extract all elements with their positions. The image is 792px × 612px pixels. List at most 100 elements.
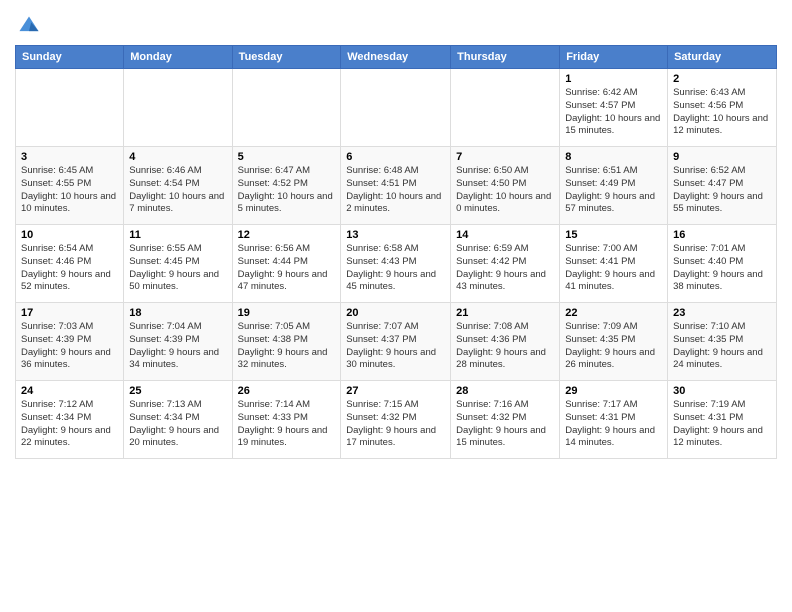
calendar-cell: 20Sunrise: 7:07 AM Sunset: 4:37 PM Dayli… <box>341 303 451 381</box>
day-number: 13 <box>346 229 445 241</box>
calendar-cell: 3 Sunrise: 6:45 AM Sunset: 4:55 PM Daylig… <box>16 147 124 225</box>
day-number: 2 <box>673 73 771 85</box>
page-header <box>15 10 777 37</box>
day-number: 15 <box>565 229 662 241</box>
page-container: SundayMondayTuesdayWednesdayThursdayFrid… <box>0 0 792 469</box>
day-number: 4 <box>129 151 226 163</box>
day-info: Sunrise: 7:13 AM Sunset: 4:34 PM Dayligh… <box>129 399 226 450</box>
calendar-cell: 13 Sunrise: 6:58 AM Sunset: 4:43 PM Dayli… <box>341 225 451 303</box>
day-of-week-header: Saturday <box>668 46 777 69</box>
day-number: 1 <box>565 73 662 85</box>
day-info: Sunrise: 6:48 AM Sunset: 4:51 PM Dayligh… <box>346 165 445 216</box>
calendar-cell: 15 Sunrise: 7:00 AM Sunset: 4:41 PM Dayli… <box>560 225 668 303</box>
day-of-week-header: Wednesday <box>341 46 451 69</box>
day-info: Sunrise: 7:00 AM Sunset: 4:41 PM Dayligh… <box>565 243 662 294</box>
day-info: Sunrise: 7:07 AM Sunset: 4:37 PM Dayligh… <box>346 321 445 372</box>
calendar-cell: 30 Sunrise: 7:19 AM Sunset: 4:31 PM Dayli… <box>668 381 777 459</box>
calendar-cell: 18 Sunrise: 7:04 AM Sunset: 4:39 PM Dayli… <box>124 303 232 381</box>
day-info: Sunrise: 6:45 AM Sunset: 4:55 PM Dayligh… <box>21 165 118 216</box>
day-of-week-header: Friday <box>560 46 668 69</box>
day-info: Sunrise: 7:12 AM Sunset: 4:34 PM Dayligh… <box>21 399 118 450</box>
day-info: Sunrise: 6:52 AM Sunset: 4:47 PM Dayligh… <box>673 165 771 216</box>
calendar-cell: 5Sunrise: 6:47 AM Sunset: 4:52 PM Daylig… <box>232 147 341 225</box>
calendar-cell: 27 Sunrise: 7:15 AM Sunset: 4:32 PM Dayli… <box>341 381 451 459</box>
day-number: 11 <box>129 229 226 241</box>
day-number: 8 <box>565 151 662 163</box>
calendar-cell: 4 Sunrise: 6:46 AM Sunset: 4:54 PM Daylig… <box>124 147 232 225</box>
day-number: 10 <box>21 229 118 241</box>
day-info: Sunrise: 6:46 AM Sunset: 4:54 PM Dayligh… <box>129 165 226 216</box>
day-number: 27 <box>346 385 445 397</box>
calendar-cell: 25 Sunrise: 7:13 AM Sunset: 4:34 PM Dayli… <box>124 381 232 459</box>
calendar-cell: 14 Sunrise: 6:59 AM Sunset: 4:42 PM Dayli… <box>451 225 560 303</box>
day-info: Sunrise: 7:19 AM Sunset: 4:31 PM Dayligh… <box>673 399 771 450</box>
calendar-cell: 11Sunrise: 6:55 AM Sunset: 4:45 PM Dayli… <box>124 225 232 303</box>
day-number: 3 <box>21 151 118 163</box>
day-info: Sunrise: 7:01 AM Sunset: 4:40 PM Dayligh… <box>673 243 771 294</box>
day-info: Sunrise: 7:09 AM Sunset: 4:35 PM Dayligh… <box>565 321 662 372</box>
day-number: 24 <box>21 385 118 397</box>
day-info: Sunrise: 6:59 AM Sunset: 4:42 PM Dayligh… <box>456 243 554 294</box>
calendar-cell: 28 Sunrise: 7:16 AM Sunset: 4:32 PM Dayli… <box>451 381 560 459</box>
day-number: 12 <box>238 229 336 241</box>
day-info: Sunrise: 7:15 AM Sunset: 4:32 PM Dayligh… <box>346 399 445 450</box>
logo <box>15 15 40 37</box>
day-of-week-header: Monday <box>124 46 232 69</box>
day-info: Sunrise: 7:17 AM Sunset: 4:31 PM Dayligh… <box>565 399 662 450</box>
calendar-cell: 19 Sunrise: 7:05 AM Sunset: 4:38 PM Dayli… <box>232 303 341 381</box>
day-number: 28 <box>456 385 554 397</box>
calendar-week-row: 10 Sunrise: 6:54 AM Sunset: 4:46 PM Dayli… <box>16 225 777 303</box>
day-of-week-header: Sunday <box>16 46 124 69</box>
calendar-cell: 21 Sunrise: 7:08 AM Sunset: 4:36 PM Dayli… <box>451 303 560 381</box>
calendar-cell <box>124 69 232 147</box>
calendar-cell: 2 Sunrise: 6:43 AM Sunset: 4:56 PM Daylig… <box>668 69 777 147</box>
calendar-week-row: 3 Sunrise: 6:45 AM Sunset: 4:55 PM Daylig… <box>16 147 777 225</box>
day-info: Sunrise: 6:56 AM Sunset: 4:44 PM Dayligh… <box>238 243 336 294</box>
day-number: 22 <box>565 307 662 319</box>
day-info: Sunrise: 7:05 AM Sunset: 4:38 PM Dayligh… <box>238 321 336 372</box>
day-info: Sunrise: 7:08 AM Sunset: 4:36 PM Dayligh… <box>456 321 554 372</box>
calendar-cell: 7 Sunrise: 6:50 AM Sunset: 4:50 PM Daylig… <box>451 147 560 225</box>
calendar-cell: 22 Sunrise: 7:09 AM Sunset: 4:35 PM Dayli… <box>560 303 668 381</box>
day-number: 26 <box>238 385 336 397</box>
calendar-cell: 12 Sunrise: 6:56 AM Sunset: 4:44 PM Dayli… <box>232 225 341 303</box>
calendar-body: 1Sunrise: 6:42 AM Sunset: 4:57 PM Daylig… <box>16 69 777 459</box>
day-number: 19 <box>238 307 336 319</box>
calendar-week-row: 1Sunrise: 6:42 AM Sunset: 4:57 PM Daylig… <box>16 69 777 147</box>
day-info: Sunrise: 6:51 AM Sunset: 4:49 PM Dayligh… <box>565 165 662 216</box>
day-info: Sunrise: 6:54 AM Sunset: 4:46 PM Dayligh… <box>21 243 118 294</box>
day-info: Sunrise: 6:47 AM Sunset: 4:52 PM Dayligh… <box>238 165 336 216</box>
calendar-cell: 29 Sunrise: 7:17 AM Sunset: 4:31 PM Dayli… <box>560 381 668 459</box>
day-info: Sunrise: 7:03 AM Sunset: 4:39 PM Dayligh… <box>21 321 118 372</box>
day-info: Sunrise: 6:43 AM Sunset: 4:56 PM Dayligh… <box>673 87 771 138</box>
day-info: Sunrise: 7:04 AM Sunset: 4:39 PM Dayligh… <box>129 321 226 372</box>
calendar-cell: 1Sunrise: 6:42 AM Sunset: 4:57 PM Daylig… <box>560 69 668 147</box>
calendar-cell: 23Sunrise: 7:10 AM Sunset: 4:35 PM Dayli… <box>668 303 777 381</box>
day-number: 6 <box>346 151 445 163</box>
day-info: Sunrise: 6:58 AM Sunset: 4:43 PM Dayligh… <box>346 243 445 294</box>
day-number: 23 <box>673 307 771 319</box>
day-number: 9 <box>673 151 771 163</box>
day-number: 21 <box>456 307 554 319</box>
calendar-week-row: 17Sunrise: 7:03 AM Sunset: 4:39 PM Dayli… <box>16 303 777 381</box>
calendar-cell: 16 Sunrise: 7:01 AM Sunset: 4:40 PM Dayli… <box>668 225 777 303</box>
calendar-cell <box>232 69 341 147</box>
day-number: 18 <box>129 307 226 319</box>
calendar-table: SundayMondayTuesdayWednesdayThursdayFrid… <box>15 45 777 459</box>
day-number: 7 <box>456 151 554 163</box>
calendar-cell <box>341 69 451 147</box>
calendar-cell: 24 Sunrise: 7:12 AM Sunset: 4:34 PM Dayli… <box>16 381 124 459</box>
day-info: Sunrise: 7:16 AM Sunset: 4:32 PM Dayligh… <box>456 399 554 450</box>
calendar-cell: 17Sunrise: 7:03 AM Sunset: 4:39 PM Dayli… <box>16 303 124 381</box>
calendar-header-row: SundayMondayTuesdayWednesdayThursdayFrid… <box>16 46 777 69</box>
day-number: 29 <box>565 385 662 397</box>
day-info: Sunrise: 7:14 AM Sunset: 4:33 PM Dayligh… <box>238 399 336 450</box>
day-number: 16 <box>673 229 771 241</box>
calendar-cell: 8 Sunrise: 6:51 AM Sunset: 4:49 PM Daylig… <box>560 147 668 225</box>
day-number: 25 <box>129 385 226 397</box>
calendar-cell: 26 Sunrise: 7:14 AM Sunset: 4:33 PM Dayli… <box>232 381 341 459</box>
day-number: 30 <box>673 385 771 397</box>
calendar-cell: 6 Sunrise: 6:48 AM Sunset: 4:51 PM Daylig… <box>341 147 451 225</box>
day-number: 14 <box>456 229 554 241</box>
day-info: Sunrise: 6:50 AM Sunset: 4:50 PM Dayligh… <box>456 165 554 216</box>
